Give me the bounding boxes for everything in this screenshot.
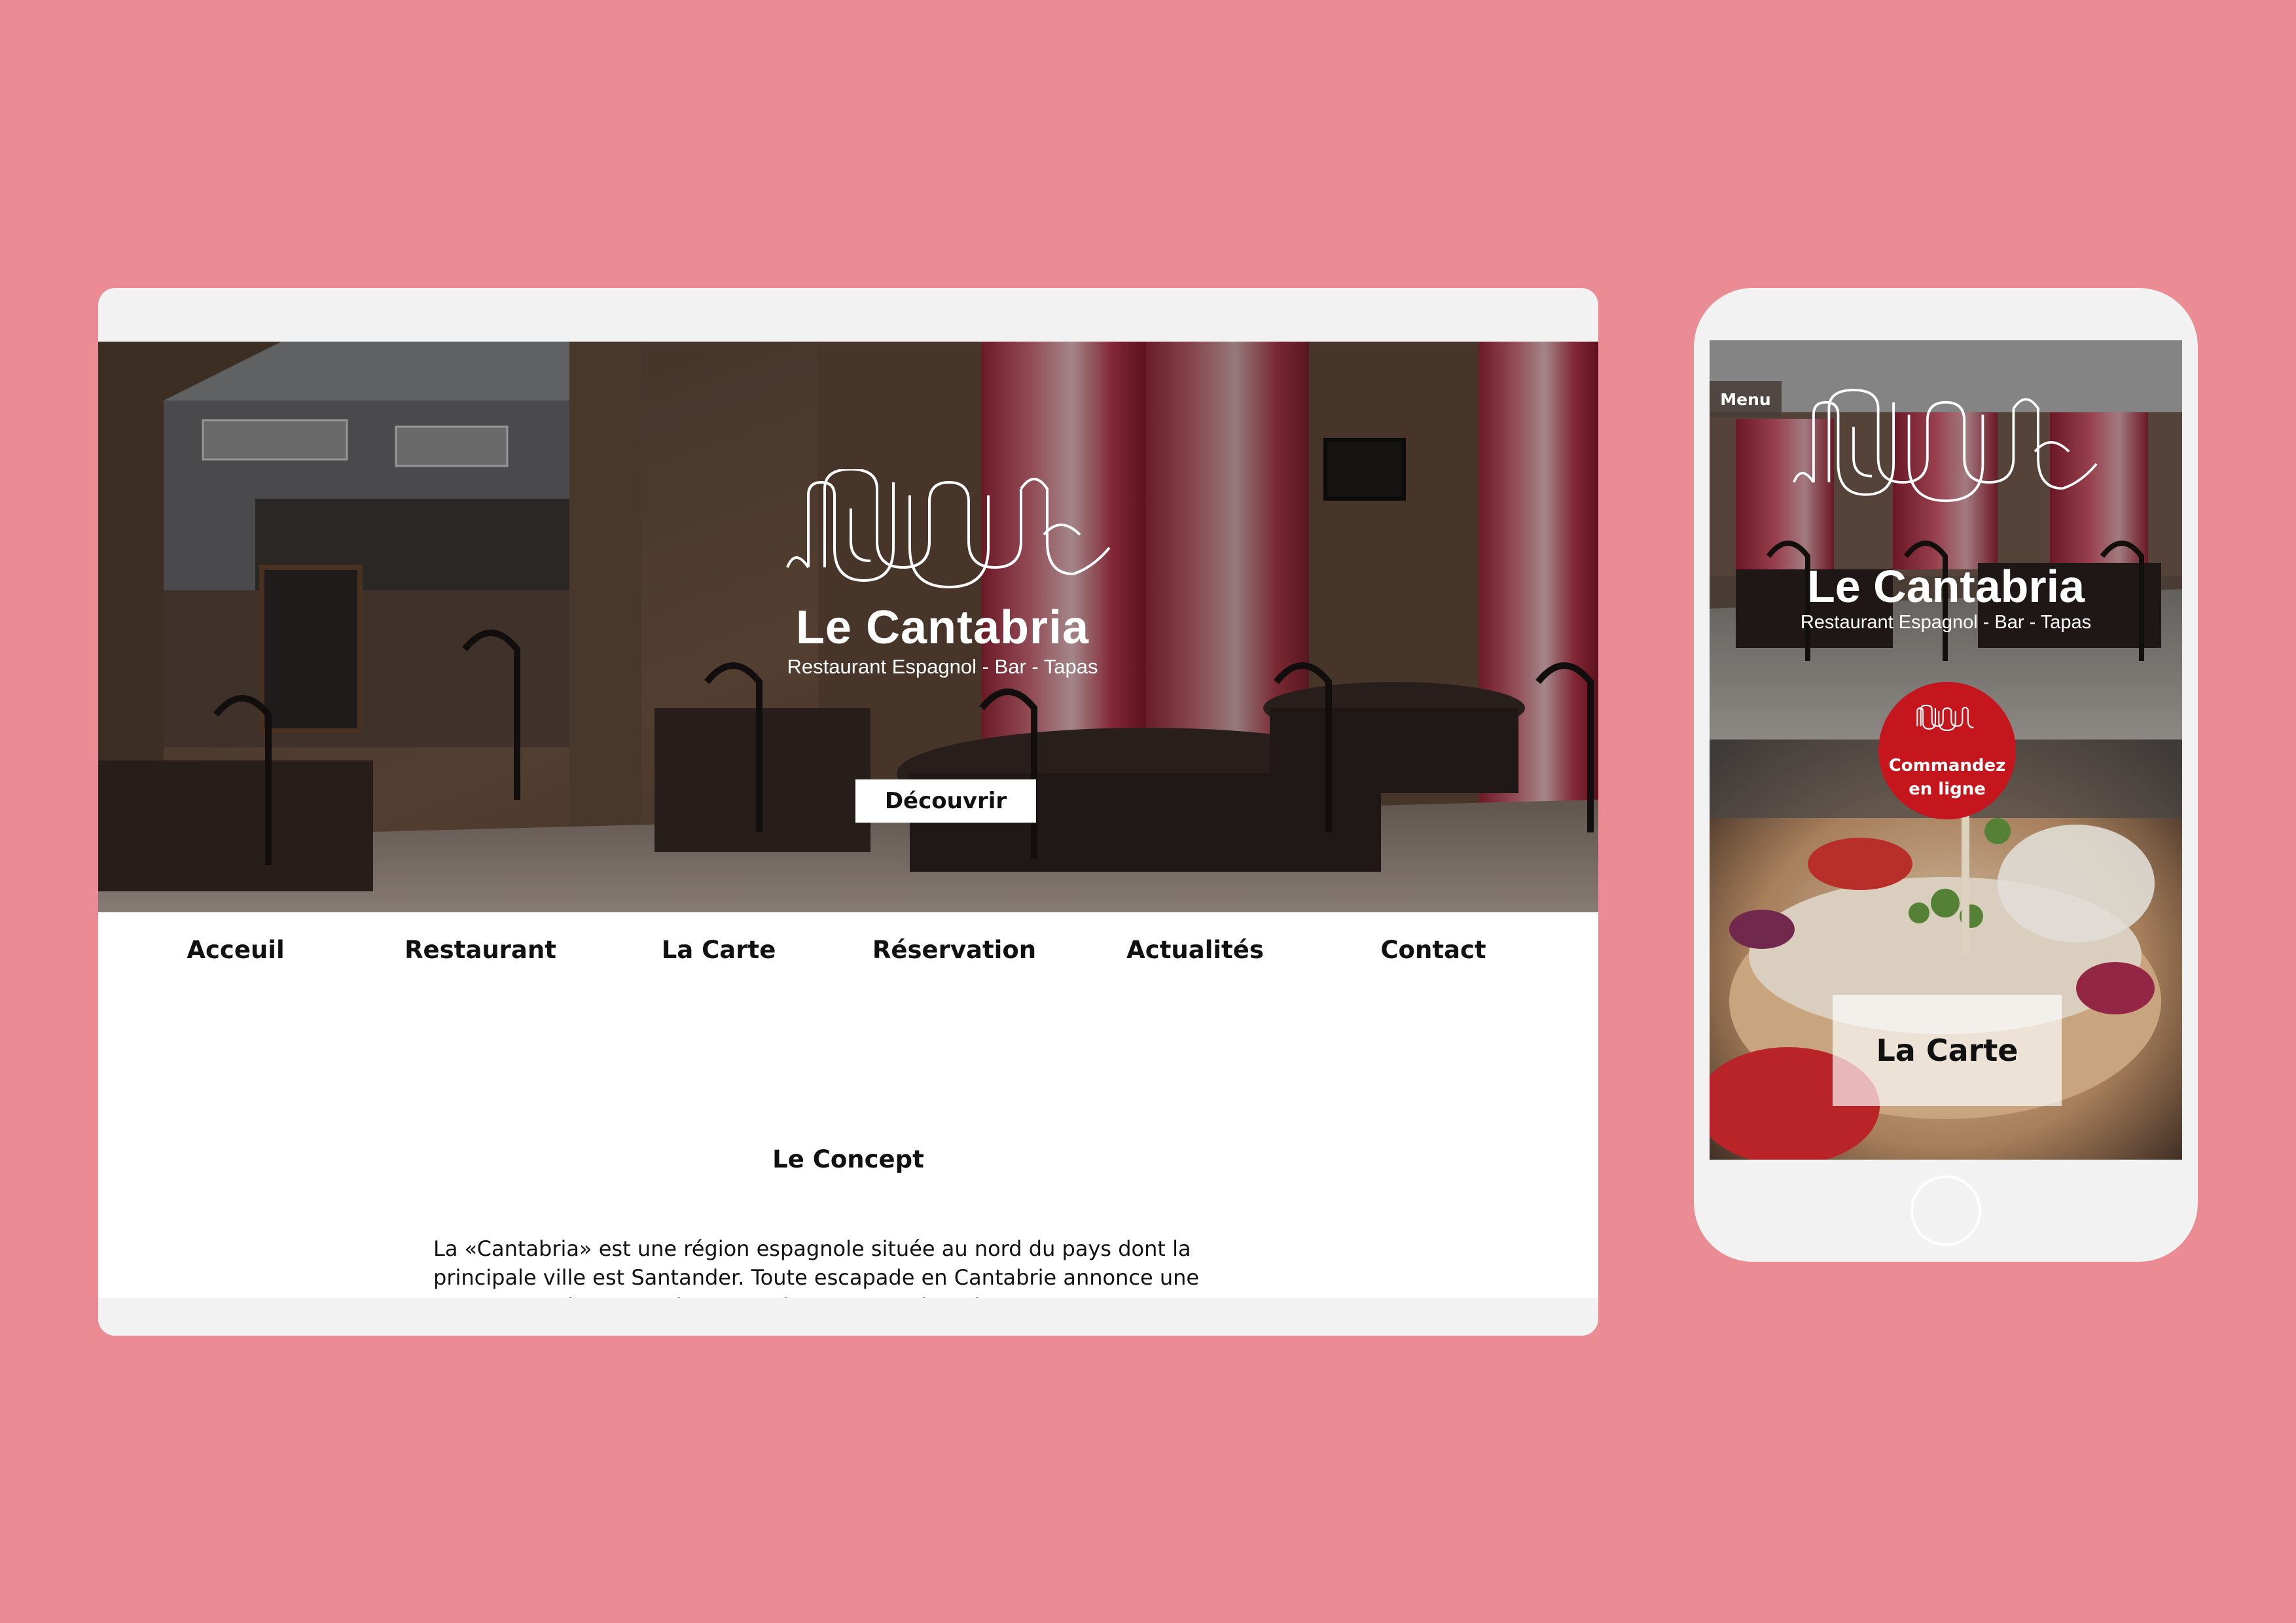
order-online-label: Commandez en ligne xyxy=(1878,754,2016,801)
nav-item-la-carte[interactable]: La Carte xyxy=(662,932,776,969)
concept-title: Le Concept xyxy=(772,1145,924,1173)
home-button-icon[interactable] xyxy=(1910,1175,1981,1246)
la-carte-tile[interactable]: La Carte xyxy=(1833,995,2062,1106)
mobile-hero-section: Menu Le Cantabria Restaurant Espagnol - … xyxy=(1710,340,2182,740)
nav-item-acceuil[interactable]: Acceuil xyxy=(187,932,284,969)
mobile-brand-name: Le Cantabria xyxy=(1807,561,2085,612)
concept-section: Le Concept La «Cantabria» est une région… xyxy=(98,991,1598,1336)
order-online-button[interactable]: Commandez en ligne xyxy=(1878,682,2016,819)
nav-item-restaurant[interactable]: Restaurant xyxy=(404,932,556,969)
brand-block: Le Cantabria Restaurant Espagnol - Bar -… xyxy=(687,600,1198,679)
hero-section: Le Cantabria Restaurant Espagnol - Bar -… xyxy=(98,342,1598,912)
mobile-brand-tagline: Restaurant Espagnol - Bar - Tapas xyxy=(1800,612,2092,633)
desktop-screen: Le Cantabria Restaurant Espagnol - Bar -… xyxy=(98,342,1598,1336)
nav-item-reservation[interactable]: Réservation xyxy=(872,932,1036,969)
cantabria-logo-icon xyxy=(1793,389,2098,503)
mobile-mockup: Menu Le Cantabria Restaurant Espagnol - … xyxy=(1694,288,2198,1262)
mobile-screen: Menu Le Cantabria Restaurant Espagnol - … xyxy=(1710,340,2182,1160)
brand-name: Le Cantabria xyxy=(795,601,1090,654)
main-navigation: Acceuil Restaurant La Carte Réservation … xyxy=(98,912,1598,991)
brand-tagline: Restaurant Espagnol - Bar - Tapas xyxy=(787,655,1098,678)
cantabria-small-logo-icon xyxy=(1916,704,1974,732)
nav-item-actualites[interactable]: Actualités xyxy=(1126,932,1264,969)
order-online-line1: Commandez xyxy=(1888,756,2006,776)
desktop-bottom-bezel xyxy=(98,1298,1598,1336)
menu-button[interactable]: Menu xyxy=(1710,381,1782,418)
desktop-mockup: Le Cantabria Restaurant Espagnol - Bar -… xyxy=(98,288,1598,1336)
order-online-line2: en ligne xyxy=(1909,779,1986,799)
cantabria-logo-icon xyxy=(786,469,1111,589)
nav-item-contact[interactable]: Contact xyxy=(1380,932,1486,969)
mobile-brand-block: Le Cantabria Restaurant Espagnol - Bar -… xyxy=(1762,562,2130,633)
decouvrir-button[interactable]: Découvrir xyxy=(855,779,1036,823)
